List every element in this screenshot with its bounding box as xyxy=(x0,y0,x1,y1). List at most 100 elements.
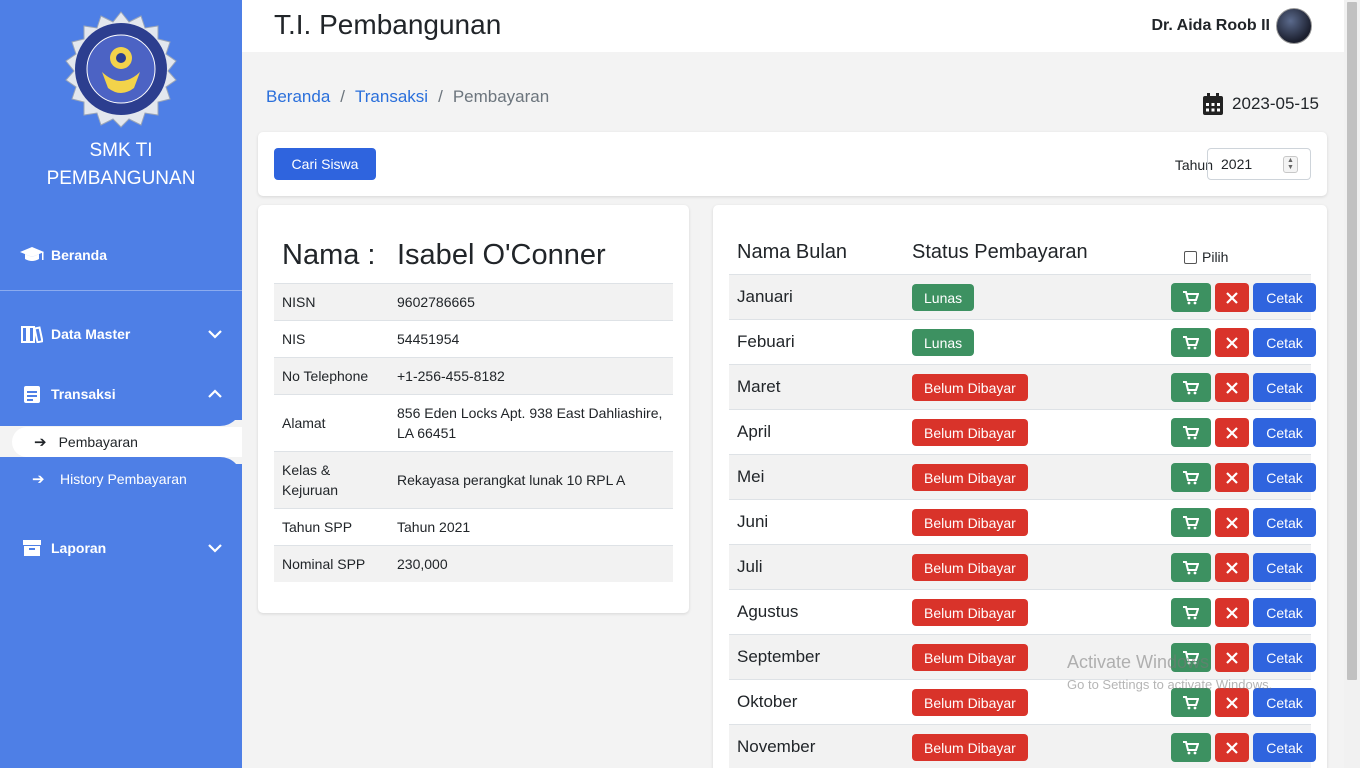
cancel-payment-button[interactable] xyxy=(1215,373,1249,402)
cart-icon xyxy=(1183,335,1199,349)
close-icon xyxy=(1226,381,1238,394)
status-badge: Belum Dibayar xyxy=(912,374,1028,401)
pay-cart-button[interactable] xyxy=(1171,598,1211,627)
cart-icon xyxy=(1183,560,1199,574)
breadcrumb-beranda[interactable]: Beranda xyxy=(266,87,330,107)
pay-cart-button[interactable] xyxy=(1171,688,1211,717)
student-info-value: +1-256-455-8182 xyxy=(389,357,673,395)
sidebar-item-label: Data Master xyxy=(51,326,131,342)
pay-cart-button[interactable] xyxy=(1171,733,1211,762)
cancel-payment-button[interactable] xyxy=(1215,553,1249,582)
chevron-down-icon[interactable] xyxy=(206,325,224,343)
sidebar-item-label: Beranda xyxy=(51,247,108,263)
year-input[interactable]: 2021 ▲ ▼ xyxy=(1207,148,1311,180)
month-name: September xyxy=(737,647,821,666)
cancel-payment-button[interactable] xyxy=(1215,463,1249,492)
student-name-row: Nama : Isabel O'Conner xyxy=(282,239,606,272)
chevron-down-icon[interactable] xyxy=(206,539,224,557)
cancel-payment-button[interactable] xyxy=(1215,598,1249,627)
pay-cart-button[interactable] xyxy=(1171,553,1211,582)
sidebar-item-transaksi[interactable]: Transaksi xyxy=(0,376,242,412)
print-button[interactable]: Cetak xyxy=(1253,328,1316,357)
scrollbar[interactable] xyxy=(1344,0,1360,768)
scrollbar-thumb[interactable] xyxy=(1347,2,1357,680)
pay-cart-button[interactable] xyxy=(1171,328,1211,357)
student-name: Isabel O'Conner xyxy=(397,239,606,271)
student-info-key: Nominal SPP xyxy=(274,545,389,582)
pay-cart-button[interactable] xyxy=(1171,373,1211,402)
app-title: T.I. Pembangunan xyxy=(274,9,502,40)
cancel-payment-button[interactable] xyxy=(1215,328,1249,357)
breadcrumb-transaksi[interactable]: Transaksi xyxy=(355,87,428,107)
print-button[interactable]: Cetak xyxy=(1253,418,1316,447)
cart-icon xyxy=(1183,470,1199,484)
cancel-payment-button[interactable] xyxy=(1215,733,1249,762)
month-name: April xyxy=(737,422,772,441)
cancel-payment-button[interactable] xyxy=(1215,643,1249,672)
month-name: November xyxy=(737,737,816,756)
status-badge: Belum Dibayar xyxy=(912,554,1028,581)
select-all-label: Pilih xyxy=(1202,249,1229,265)
print-button[interactable]: Cetak xyxy=(1253,508,1316,537)
school-logo xyxy=(65,11,177,128)
student-info-key: NISN xyxy=(274,283,389,321)
payment-row: September Belum Dibayar Cetak xyxy=(729,634,1316,679)
print-button[interactable]: Cetak xyxy=(1253,643,1316,672)
student-info-row: Nominal SPP 230,000 xyxy=(274,545,673,582)
close-icon xyxy=(1226,336,1238,349)
payment-row: Maret Belum Dibayar Cetak xyxy=(729,364,1316,409)
student-info-row: NIS 54451954 xyxy=(274,320,673,358)
chevron-up-icon[interactable] xyxy=(206,385,224,403)
watermark-subtitle: Go to Settings to activate Windows. xyxy=(1067,677,1273,692)
cancel-payment-button[interactable] xyxy=(1215,688,1249,717)
search-student-button[interactable]: Cari Siswa xyxy=(274,148,376,180)
print-button[interactable]: Cetak xyxy=(1253,283,1316,312)
student-info-table: NISN 9602786665 NIS 54451954 No Telephone +1-… xyxy=(274,283,673,582)
print-button[interactable]: Cetak xyxy=(1253,598,1316,627)
user-name[interactable]: Dr. Aida Roob II xyxy=(1151,17,1270,35)
graduation-cap-icon xyxy=(19,245,45,265)
close-icon xyxy=(1226,291,1238,304)
select-all[interactable]: Pilih xyxy=(1184,249,1228,265)
payment-row: Juli Belum Dibayar Cetak xyxy=(729,544,1316,589)
sidebar-item-data-master[interactable]: Data Master xyxy=(0,316,242,352)
payment-row: April Belum Dibayar Cetak xyxy=(729,409,1316,454)
pay-cart-button[interactable] xyxy=(1171,418,1211,447)
avatar[interactable] xyxy=(1276,8,1312,44)
sidebar-subitem-pembayaran[interactable]: ➔ Pembayaran xyxy=(12,427,242,457)
pay-cart-button[interactable] xyxy=(1171,283,1211,312)
payment-row: November Belum Dibayar Cetak xyxy=(729,724,1316,768)
sidebar-item-label: Laporan xyxy=(51,540,107,556)
spinner-icon[interactable]: ▲ ▼ xyxy=(1283,156,1298,173)
print-button[interactable]: Cetak xyxy=(1253,553,1316,582)
close-icon xyxy=(1226,561,1238,574)
year-input-value: 2021 xyxy=(1221,156,1253,172)
student-info-value: 230,000 xyxy=(389,545,673,582)
status-badge: Lunas xyxy=(912,329,975,356)
select-all-checkbox[interactable] xyxy=(1184,250,1197,264)
print-button[interactable]: Cetak xyxy=(1253,373,1316,402)
arrow-right-icon: ➔ xyxy=(34,434,47,451)
print-button[interactable]: Cetak xyxy=(1253,463,1316,492)
payment-row: Januari Lunas Cetak xyxy=(729,274,1316,319)
sidebar-subitem-history[interactable]: ➔ History Pembayaran xyxy=(12,464,242,494)
print-button[interactable]: Cetak xyxy=(1253,733,1316,762)
archive-icon xyxy=(19,538,45,558)
pay-cart-button[interactable] xyxy=(1171,508,1211,537)
current-date: 2023-05-15 xyxy=(1202,92,1319,116)
pay-cart-button[interactable] xyxy=(1171,463,1211,492)
sidebar-item-beranda[interactable]: Beranda xyxy=(0,237,242,273)
close-icon xyxy=(1226,606,1238,619)
status-badge: Belum Dibayar xyxy=(912,644,1028,671)
print-button[interactable]: Cetak xyxy=(1253,688,1316,717)
month-name: Agustus xyxy=(737,602,799,621)
calendar-icon xyxy=(1203,93,1224,115)
student-info-value: 9602786665 xyxy=(389,283,673,321)
cancel-payment-button[interactable] xyxy=(1215,508,1249,537)
month-name: Febuari xyxy=(737,332,795,351)
cancel-payment-button[interactable] xyxy=(1215,418,1249,447)
cancel-payment-button[interactable] xyxy=(1215,283,1249,312)
student-card: Nama : Isabel O'Conner NISN 9602786665 NIS… xyxy=(258,205,689,613)
sidebar-item-laporan[interactable]: Laporan xyxy=(0,530,242,566)
sidebar-item-label: Transaksi xyxy=(51,386,116,402)
